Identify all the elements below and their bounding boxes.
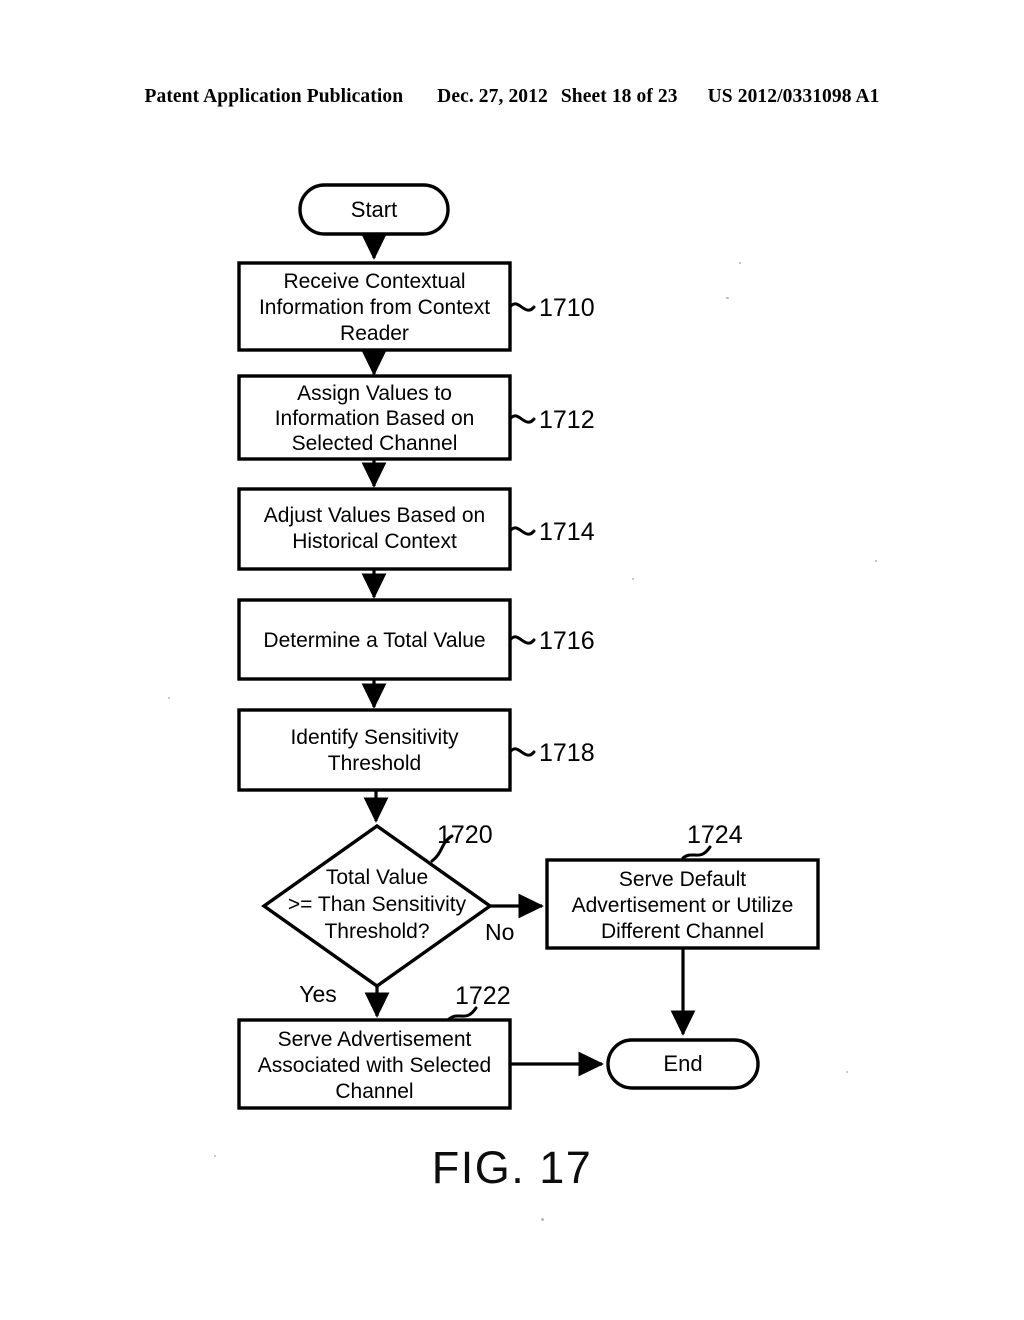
node-1712-line-2: Selected Channel: [292, 432, 458, 455]
leader-line-1716: [508, 635, 536, 645]
ref-numeral-1716: 1716: [539, 627, 595, 655]
branch-label-no: No: [485, 919, 514, 945]
node-1724-line-0: Serve Default: [619, 868, 746, 891]
ref-numeral-1722: 1722: [455, 982, 511, 1010]
leader-line-1710: [508, 302, 536, 312]
decision-line-2: Threshold?: [324, 920, 429, 943]
node-1724-line-2: Different Channel: [601, 920, 764, 943]
ref-numeral-1710: 1710: [539, 294, 595, 322]
node-1714-line-1: Historical Context: [292, 530, 457, 553]
flowchart-diagram: Start Receive Contextual Information fro…: [237, 183, 820, 1110]
node-1712-line-0: Assign Values to: [297, 382, 452, 405]
branch-label-yes: Yes: [299, 981, 337, 1007]
node-1714-line-0: Adjust Values Based on: [264, 504, 485, 527]
decision-line-0: Total Value: [326, 866, 428, 889]
node-1712-line-1: Information Based on: [275, 407, 475, 430]
leader-line-1718: [508, 747, 536, 757]
flow-node-end: End: [606, 1038, 760, 1090]
node-1716-line-0: Determine a Total Value: [263, 629, 485, 652]
flow-node-1718: Identify Sensitivity Threshold: [237, 708, 512, 792]
node-1710-line-2: Reader: [340, 322, 409, 345]
leader-line-1714: [508, 526, 536, 536]
node-1722-line-1: Associated with Selected: [258, 1054, 491, 1077]
node-1718-line-0: Identify Sensitivity: [290, 726, 459, 749]
node-1710-line-1: Information from Context: [259, 296, 490, 319]
flow-node-1712: Assign Values to Information Based on Se…: [237, 374, 512, 461]
flow-node-1714: Adjust Values Based on Historical Contex…: [237, 487, 512, 571]
start-label: Start: [351, 197, 397, 222]
flow-node-start: Start: [298, 183, 450, 236]
ref-numeral-1712: 1712: [539, 406, 595, 434]
flow-node-1724: Serve Default Advertisement or Utilize D…: [545, 858, 820, 950]
node-1722-line-0: Serve Advertisement: [278, 1028, 472, 1051]
ref-numeral-1714: 1714: [539, 518, 595, 546]
leader-line-1712: [508, 414, 536, 424]
patent-figure-page: Patent Application Publication Dec. 27, 2…: [0, 0, 1024, 1320]
flow-node-decision-1720: Total Value >= Than Sensitivity Threshol…: [261, 823, 493, 989]
figure-caption: FIG. 17: [431, 1142, 593, 1193]
flow-node-1716: Determine a Total Value: [237, 598, 512, 681]
node-1724-line-1: Advertisement or Utilize: [572, 894, 794, 917]
decision-line-1: >= Than Sensitivity: [288, 893, 467, 916]
ref-numeral-1724: 1724: [687, 821, 743, 849]
node-1710-line-0: Receive Contextual: [283, 270, 465, 293]
end-label: End: [663, 1051, 702, 1076]
ref-numeral-1718: 1718: [539, 739, 595, 767]
ref-numeral-1720: 1720: [437, 821, 493, 849]
flow-node-1710: Receive Contextual Information from Cont…: [237, 261, 512, 352]
node-1718-line-1: Threshold: [328, 752, 421, 775]
flow-node-1722: Serve Advertisement Associated with Sele…: [237, 1018, 512, 1110]
node-1722-line-2: Channel: [335, 1080, 413, 1103]
